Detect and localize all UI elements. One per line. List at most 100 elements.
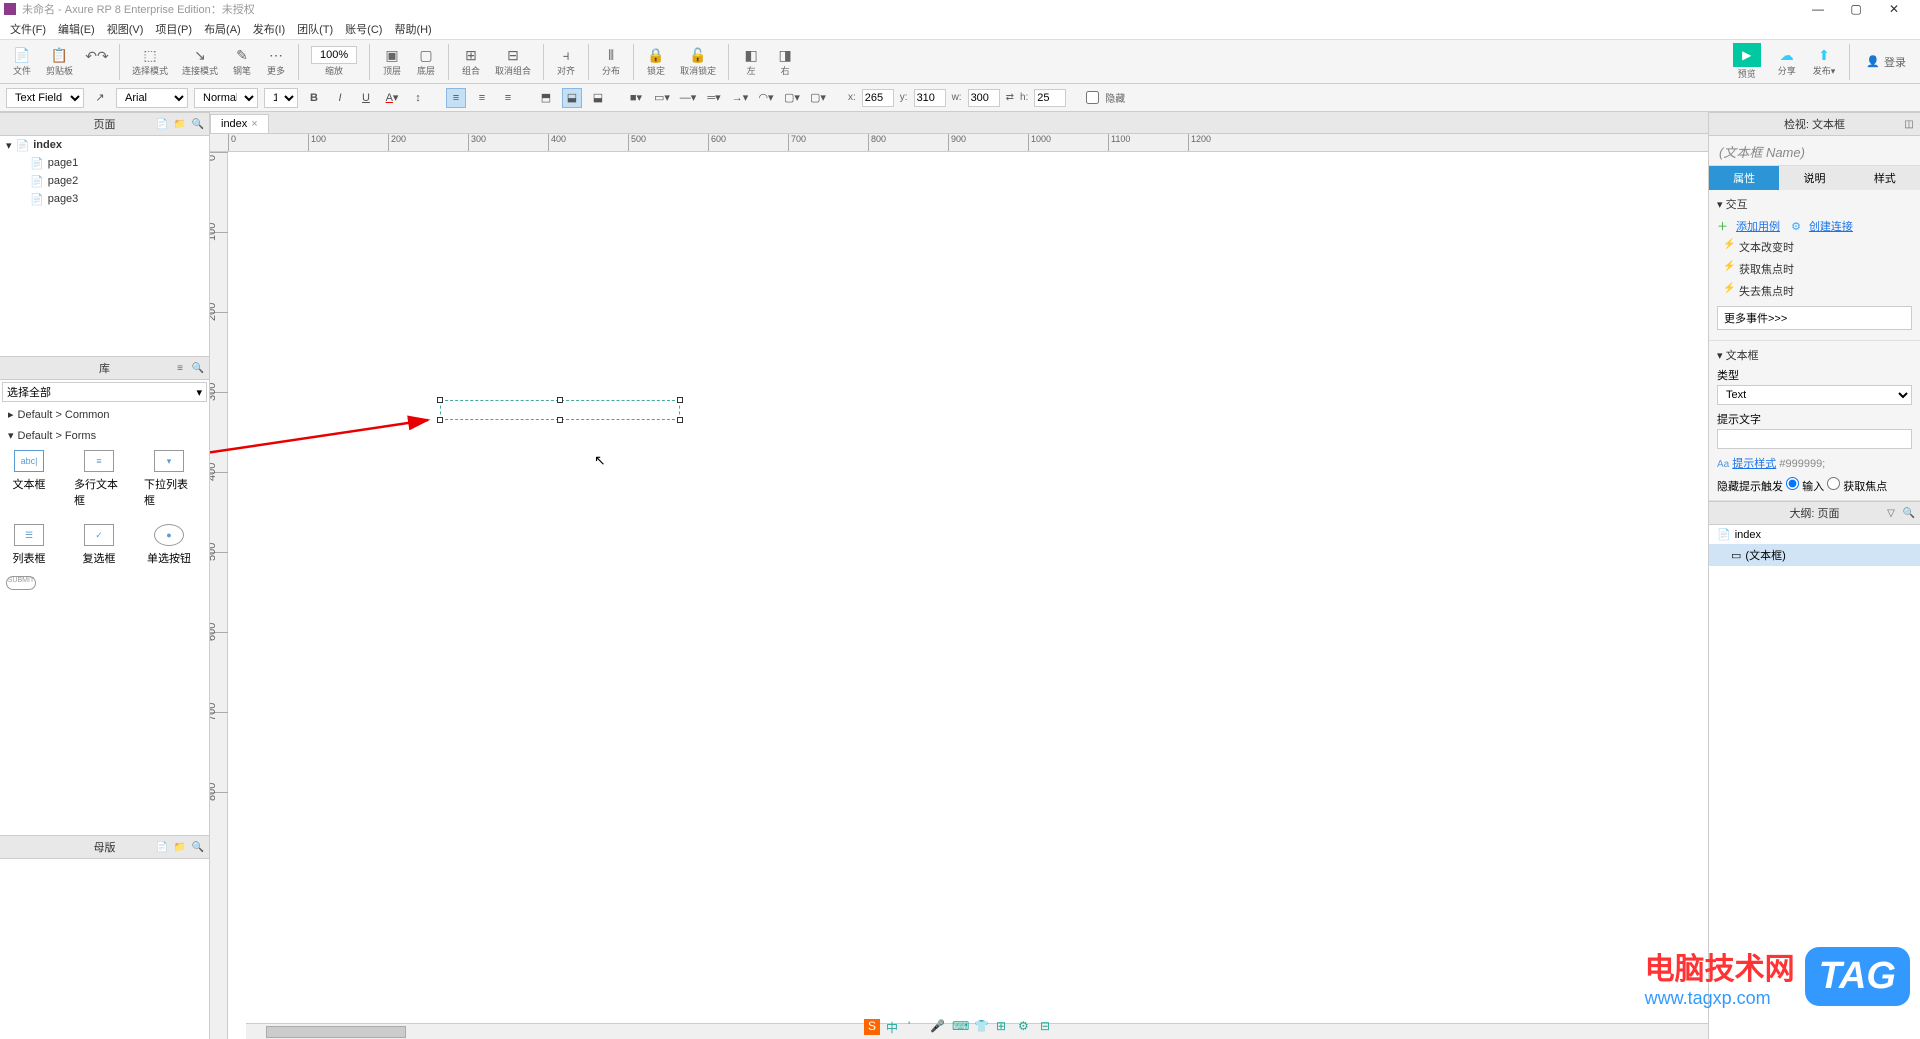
- menu-project[interactable]: 项目(P): [149, 21, 198, 37]
- minimize-button[interactable]: —: [1806, 2, 1830, 16]
- hidden-checkbox[interactable]: [1086, 91, 1099, 104]
- align-center-text-btn[interactable]: ≡: [472, 88, 492, 108]
- tab-properties[interactable]: 属性: [1709, 166, 1779, 190]
- menu-team[interactable]: 团队(T): [291, 21, 339, 37]
- add-page-icon[interactable]: 📄: [155, 117, 169, 131]
- more-tools[interactable]: ⋯更多: [260, 46, 292, 77]
- search-icon[interactable]: 🔍: [191, 840, 205, 854]
- radio-input[interactable]: [1786, 477, 1799, 490]
- ime-mic-icon[interactable]: 🎤: [930, 1019, 946, 1035]
- menu-view[interactable]: 视图(V): [101, 21, 150, 37]
- close-button[interactable]: ✕: [1882, 2, 1906, 16]
- ime-zh-icon[interactable]: 中: [886, 1019, 902, 1035]
- pen-tool[interactable]: ✎钢笔: [226, 46, 258, 77]
- login-btn[interactable]: 👤登录: [1858, 54, 1914, 70]
- h-input[interactable]: [1034, 89, 1066, 107]
- valign-top-btn[interactable]: ⬒: [536, 88, 556, 108]
- event-got-focus[interactable]: 获取焦点时: [1717, 258, 1912, 280]
- bold-btn[interactable]: B: [304, 88, 324, 108]
- file-group[interactable]: 📄文件: [6, 46, 38, 77]
- add-folder-icon[interactable]: 📁: [173, 117, 187, 131]
- align-left-text-btn[interactable]: ≡: [446, 88, 466, 108]
- italic-btn[interactable]: I: [330, 88, 350, 108]
- event-text-changed[interactable]: 文本改变时: [1717, 236, 1912, 258]
- add-case-link[interactable]: 添加用例: [1736, 218, 1780, 234]
- align-right-text-btn[interactable]: ≡: [498, 88, 518, 108]
- canvas-tab-index[interactable]: index×: [210, 114, 269, 133]
- tab-style[interactable]: 样式: [1850, 166, 1920, 190]
- widget-type-select[interactable]: Text Field: [6, 88, 84, 108]
- line-style-btn[interactable]: —▾: [678, 88, 698, 108]
- menu-icon[interactable]: ≡: [173, 361, 187, 375]
- menu-publish[interactable]: 发布(I): [247, 21, 291, 37]
- menu-file[interactable]: 文件(F): [4, 21, 52, 37]
- align-right-btn[interactable]: ◨右: [769, 46, 801, 77]
- w-input[interactable]: [968, 89, 1000, 107]
- shadow1-btn[interactable]: ▢▾: [782, 88, 802, 108]
- textfield-widget-selected[interactable]: [440, 400, 680, 420]
- ime-settings-icon[interactable]: ⚙: [1018, 1019, 1034, 1035]
- menu-edit[interactable]: 编辑(E): [52, 21, 101, 37]
- font-style-select[interactable]: Normal: [194, 88, 258, 108]
- lib-item-submit[interactable]: SUBMIT: [6, 576, 36, 590]
- shadow2-btn[interactable]: ▢▾: [808, 88, 828, 108]
- more-events-select[interactable]: 更多事件>>>: [1717, 306, 1912, 330]
- unlock-btn[interactable]: 🔓取消锁定: [674, 46, 722, 77]
- outline-widget[interactable]: ▭(文本框): [1709, 544, 1920, 566]
- font-select[interactable]: Arial: [116, 88, 188, 108]
- search-icon[interactable]: 🔍: [191, 117, 205, 131]
- popout-icon[interactable]: ◫: [1902, 117, 1916, 131]
- lock-btn[interactable]: 🔒锁定: [640, 46, 672, 77]
- align-left-btn[interactable]: ◧左: [735, 46, 767, 77]
- page-item[interactable]: 📄page2: [0, 172, 209, 190]
- zoom-input[interactable]: [311, 46, 357, 64]
- type-select[interactable]: Text: [1717, 385, 1912, 405]
- clipboard-group[interactable]: 📋剪贴板: [40, 46, 79, 77]
- publish-btn[interactable]: ⬆发布▾: [1807, 46, 1842, 77]
- search-icon[interactable]: 🔍: [191, 361, 205, 375]
- eyedropper-btn[interactable]: ↗: [90, 88, 110, 108]
- connect-mode[interactable]: ↘连接模式: [176, 46, 224, 77]
- lib-item-textarea[interactable]: ≡多行文本框: [74, 450, 124, 508]
- fill-color-btn[interactable]: ■▾: [626, 88, 646, 108]
- lib-section-forms[interactable]: ▾Default > Forms: [0, 425, 209, 446]
- x-input[interactable]: [862, 89, 894, 107]
- event-lost-focus[interactable]: 失去焦点时: [1717, 280, 1912, 302]
- distribute-btn[interactable]: ⦀分布: [595, 46, 627, 77]
- close-tab-icon[interactable]: ×: [251, 118, 257, 130]
- ime-punct-icon[interactable]: ': [908, 1019, 924, 1035]
- align-btn[interactable]: ⫞对齐: [550, 46, 582, 77]
- tab-notes[interactable]: 说明: [1779, 166, 1849, 190]
- lib-item-checkbox[interactable]: ✓复选框: [74, 524, 124, 566]
- font-size-select[interactable]: 13: [264, 88, 298, 108]
- y-input[interactable]: [914, 89, 946, 107]
- add-icon[interactable]: 📄: [155, 840, 169, 854]
- lib-item-radio[interactable]: ●单选按钮: [144, 524, 194, 566]
- radio-focus[interactable]: [1827, 477, 1840, 490]
- ime-skin-icon[interactable]: 👕: [974, 1019, 990, 1035]
- ime-tool-icon[interactable]: ⊞: [996, 1019, 1012, 1035]
- valign-bottom-btn[interactable]: ⬓: [588, 88, 608, 108]
- sogou-icon[interactable]: S: [864, 1019, 880, 1035]
- lock-ratio-btn[interactable]: ⇄: [1006, 92, 1014, 103]
- page-item[interactable]: 📄page1: [0, 154, 209, 172]
- share-btn[interactable]: ☁分享: [1771, 46, 1803, 77]
- bring-front[interactable]: ▣顶层: [376, 46, 408, 77]
- lib-item-textfield[interactable]: abc|文本框: [4, 450, 54, 508]
- font-color-btn[interactable]: A▾: [382, 88, 402, 108]
- border-btn[interactable]: ▭▾: [652, 88, 672, 108]
- ime-keyboard-icon[interactable]: ⌨: [952, 1019, 968, 1035]
- page-root[interactable]: ▾📄index: [0, 136, 209, 154]
- lib-section-common[interactable]: ▸Default > Common: [0, 404, 209, 425]
- collapse-icon[interactable]: ▾: [1717, 199, 1723, 211]
- expand-icon[interactable]: ▾: [6, 139, 12, 152]
- line-spacing-btn[interactable]: ↕: [408, 88, 428, 108]
- corner-btn[interactable]: ◠▾: [756, 88, 776, 108]
- filter-icon[interactable]: ▽: [1884, 506, 1898, 520]
- maximize-button[interactable]: ▢: [1844, 2, 1868, 16]
- select-mode[interactable]: ⬚选择模式: [126, 46, 174, 77]
- collapse-icon[interactable]: ▾: [1717, 350, 1723, 362]
- hint-input[interactable]: [1717, 429, 1912, 449]
- preview-btn[interactable]: ▶预览: [1727, 43, 1767, 80]
- search-icon[interactable]: 🔍: [1902, 506, 1916, 520]
